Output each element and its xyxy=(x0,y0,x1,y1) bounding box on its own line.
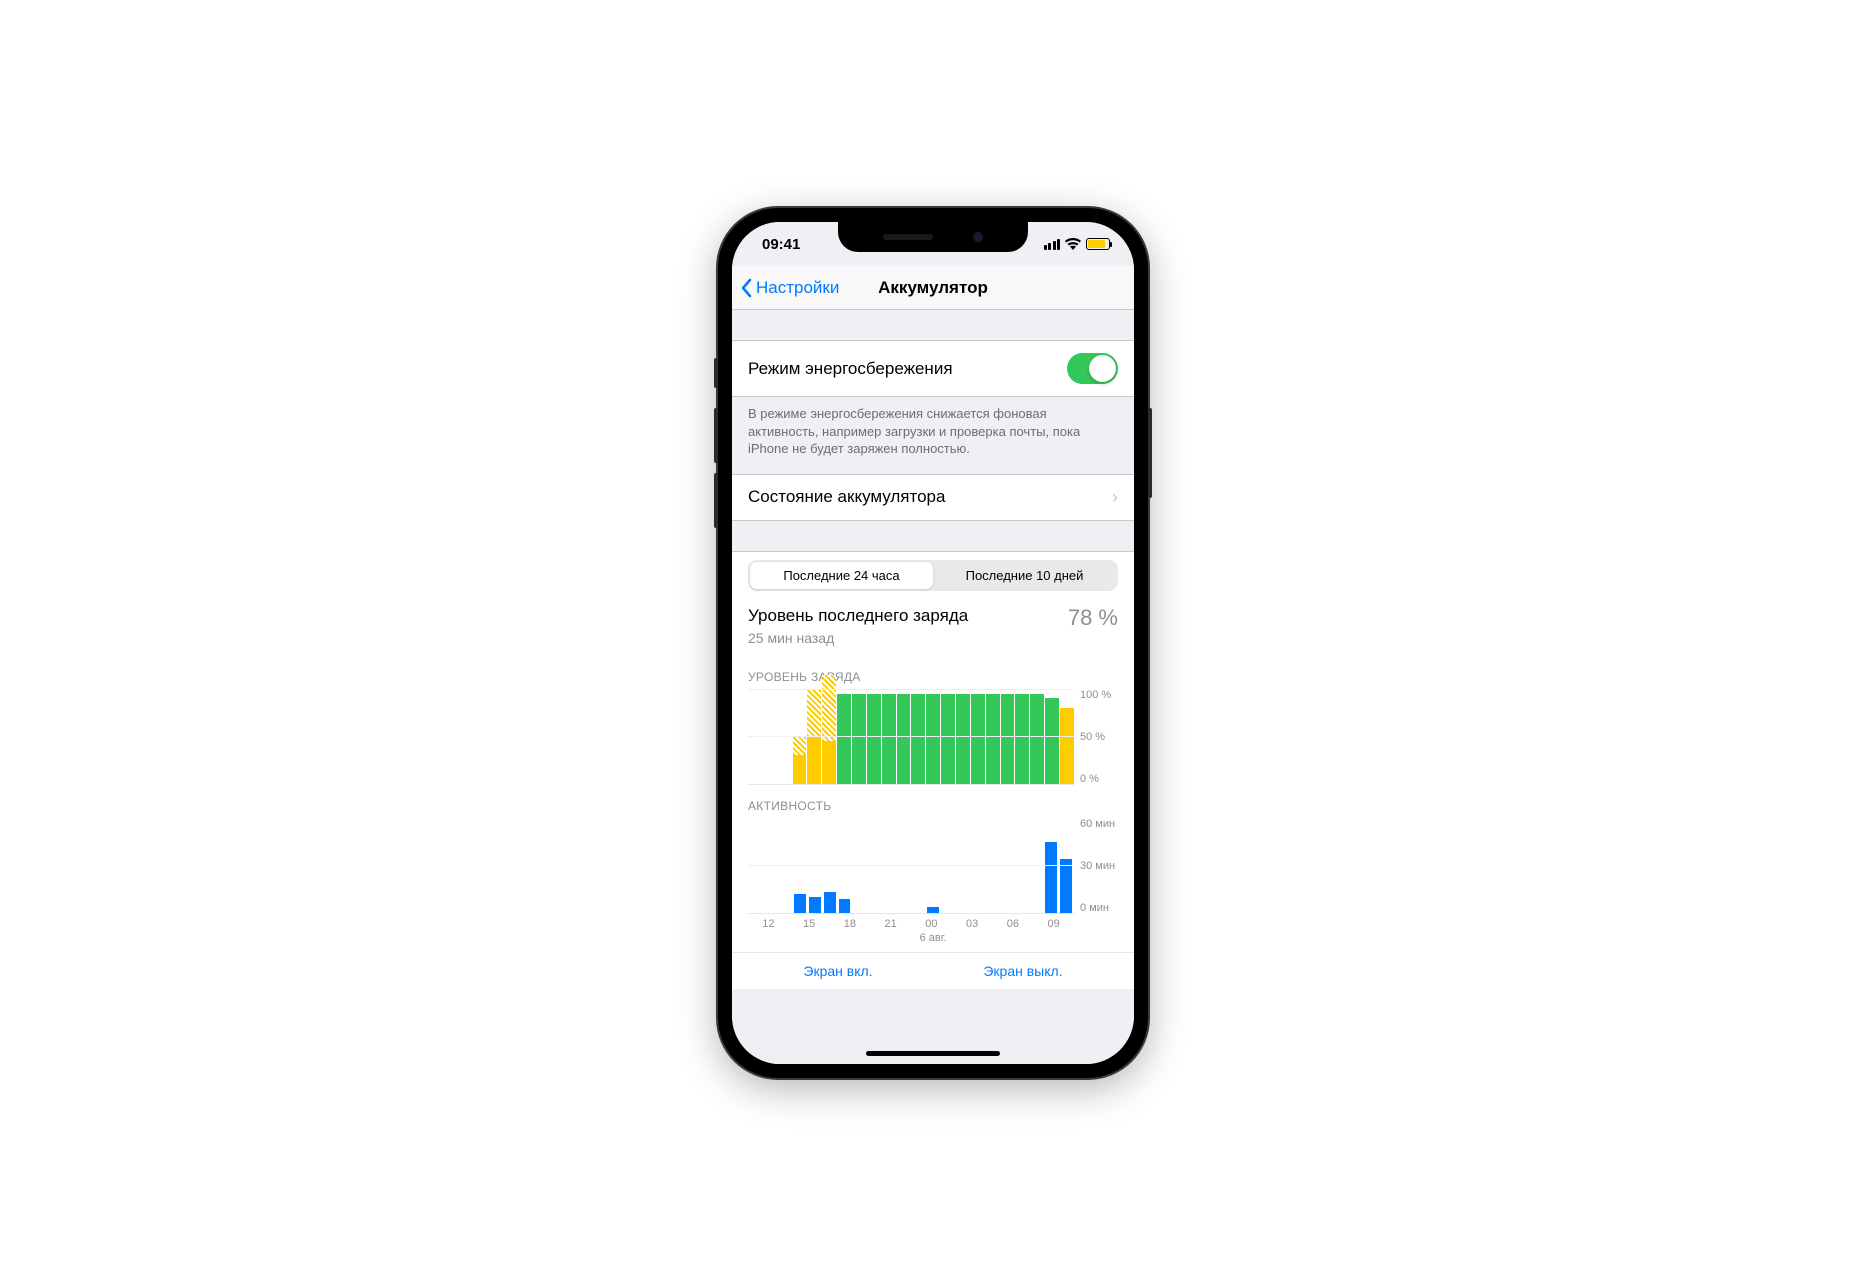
battery-icon xyxy=(1086,238,1110,250)
volume-down xyxy=(714,473,718,528)
screen: 09:41 Настройки Аккумулятор Режим эне xyxy=(732,222,1134,1064)
chart1-bars[interactable] xyxy=(748,690,1074,785)
wifi-icon xyxy=(1065,238,1081,250)
battery-health-cell[interactable]: Состояние аккумулятора › xyxy=(732,474,1134,521)
legend-screen-on[interactable]: Экран вкл. xyxy=(803,963,872,979)
chart1-yaxis: 100 % 50 % 0 % xyxy=(1074,690,1118,785)
phone-frame: 09:41 Настройки Аккумулятор Режим эне xyxy=(718,208,1148,1078)
x-axis-date: 6 авг. xyxy=(748,932,1118,952)
x-axis: 12 15 18 21 00 03 06 09 xyxy=(748,914,1118,932)
back-button[interactable]: Настройки xyxy=(740,278,839,298)
content-scroll[interactable]: Режим энергосбережения В режиме энергосб… xyxy=(732,310,1134,1064)
low-power-toggle[interactable] xyxy=(1067,353,1118,384)
battery-health-label: Состояние аккумулятора xyxy=(748,487,945,507)
chart2-yaxis: 60 мин 30 мин 0 мин xyxy=(1074,819,1118,914)
chart2-bars[interactable] xyxy=(748,819,1074,914)
chart1-title: УРОВЕНЬ ЗАРЯДА xyxy=(748,670,1118,684)
mute-switch xyxy=(714,358,718,388)
last-charge-sub: 25 мин назад xyxy=(748,630,968,646)
last-charge-value: 78 % xyxy=(1068,605,1118,631)
notch xyxy=(838,222,1028,252)
back-label: Настройки xyxy=(756,278,839,298)
nav-bar: Настройки Аккумулятор xyxy=(732,266,1134,310)
segment-10d[interactable]: Последние 10 дней xyxy=(933,562,1116,589)
front-camera xyxy=(973,232,983,242)
home-indicator[interactable] xyxy=(866,1051,1000,1056)
chevron-right-icon: › xyxy=(1112,487,1118,508)
chart2-title: АКТИВНОСТЬ xyxy=(748,799,1118,813)
last-charge-title: Уровень последнего заряда xyxy=(748,605,968,626)
power-button xyxy=(1148,408,1152,498)
time-range-segmented[interactable]: Последние 24 часа Последние 10 дней xyxy=(748,560,1118,591)
low-power-label: Режим энергосбережения xyxy=(748,359,953,379)
last-charge-row: Уровень последнего заряда 25 мин назад 7… xyxy=(748,605,1118,646)
speaker xyxy=(883,234,933,240)
legend-screen-off[interactable]: Экран выкл. xyxy=(983,963,1062,979)
status-time: 09:41 xyxy=(762,236,800,253)
low-power-footer: В режиме энергосбережения снижается фоно… xyxy=(732,397,1134,474)
chevron-left-icon xyxy=(740,278,752,298)
volume-up xyxy=(714,408,718,463)
activity-chart: АКТИВНОСТЬ 60 мин 30 мин 0 мин 12 15 18 xyxy=(732,785,1134,952)
legend: Экран вкл. Экран выкл. xyxy=(732,952,1134,989)
segment-24h[interactable]: Последние 24 часа xyxy=(750,562,933,589)
battery-level-chart: УРОВЕНЬ ЗАРЯДА 100 % 50 % 0 % xyxy=(732,656,1134,785)
low-power-mode-cell[interactable]: Режим энергосбережения xyxy=(732,340,1134,397)
page-title: Аккумулятор xyxy=(878,278,988,298)
cellular-icon xyxy=(1044,239,1061,250)
